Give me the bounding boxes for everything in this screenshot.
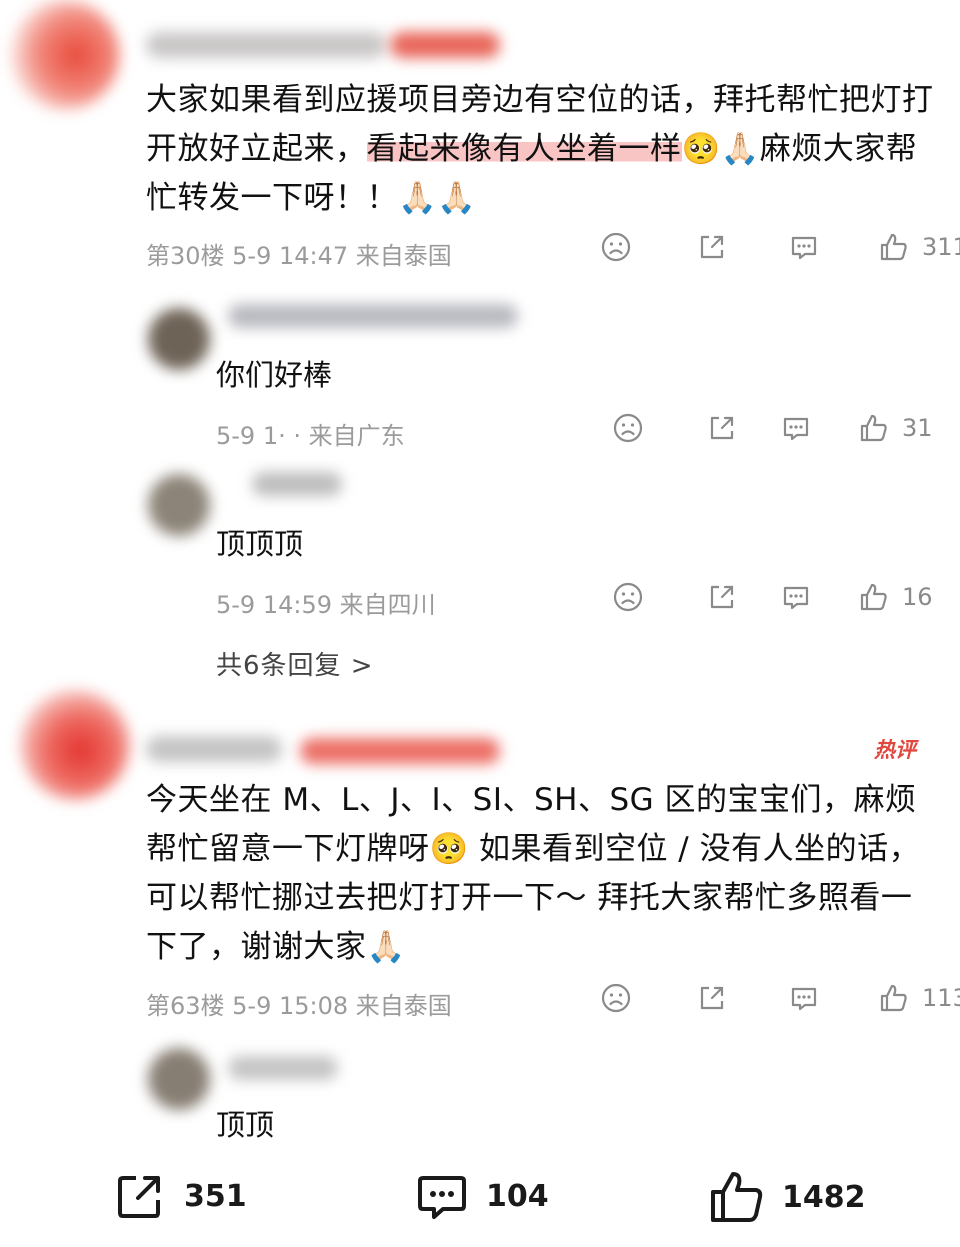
dislike-button[interactable] (612, 412, 644, 444)
share-button[interactable] (706, 412, 738, 444)
reply-button[interactable] (788, 231, 820, 263)
thumbs-up-icon (860, 414, 887, 442)
share-button[interactable] (706, 581, 738, 613)
dislike-button[interactable] (600, 982, 632, 1014)
reply-text: 顶顶 (216, 1108, 275, 1142)
like-count: 311 (922, 233, 960, 261)
thumbs-up-icon (860, 583, 887, 611)
sad-face-icon (613, 582, 643, 612)
reply-text: 你们好棒 (216, 358, 333, 392)
avatar[interactable] (148, 308, 210, 370)
reply-meta: 5-9 14:59 来自四川 (216, 591, 436, 619)
comment-body: 大家如果看到应援项目旁边有空位的话，拜托帮忙把灯打开放好立起来，看起来像有人坐着… (146, 82, 934, 216)
like-count: 31 (902, 414, 933, 442)
reply-meta: 5-9 1· · 来自广东 (216, 422, 405, 450)
thumbs-up-icon (711, 1172, 763, 1222)
sad-face-icon (601, 232, 631, 262)
bottom-action-bar: 351 104 1482 (0, 1160, 960, 1240)
like-button[interactable]: 113 (878, 982, 960, 1014)
comment-meta: 第63楼 5-9 15:08 来自泰国 (146, 992, 452, 1020)
comment-post-button[interactable]: 104 (414, 1168, 549, 1224)
user-badge (300, 738, 500, 764)
comment-actions: 113 (600, 982, 960, 1014)
share-icon (710, 416, 734, 440)
comment-icon (791, 987, 817, 1011)
sad-face-icon (601, 983, 631, 1013)
comment-icon (418, 1176, 466, 1219)
user-badge (390, 32, 500, 58)
share-post-button[interactable]: 351 (112, 1168, 247, 1224)
reply-button[interactable] (780, 412, 812, 444)
share-count: 351 (184, 1178, 247, 1214)
share-button[interactable] (696, 982, 728, 1014)
comment-meta: 第30楼 5-9 14:47 来自泰国 (146, 242, 452, 270)
dislike-button[interactable] (612, 581, 644, 613)
reply-actions: 16 (612, 581, 933, 613)
username[interactable] (146, 32, 386, 58)
avatar[interactable] (20, 690, 130, 800)
share-button[interactable] (696, 231, 728, 263)
like-button[interactable]: 31 (858, 412, 933, 444)
comment-actions: 311 (600, 231, 960, 263)
share-icon (118, 1176, 160, 1218)
thumbs-up-icon (880, 233, 907, 261)
more-replies-link[interactable]: 共6条回复 > (216, 645, 374, 682)
share-icon (710, 585, 734, 609)
share-icon (700, 235, 724, 259)
hot-comment-badge: 热评 (874, 738, 916, 762)
comment-icon (783, 417, 809, 441)
reply-button[interactable] (780, 581, 812, 613)
username[interactable] (252, 472, 342, 496)
username[interactable] (228, 304, 518, 328)
comment-icon (791, 236, 817, 260)
like-button[interactable]: 16 (858, 581, 933, 613)
thumbs-up-icon (880, 984, 907, 1012)
like-button[interactable]: 311 (878, 231, 960, 263)
comment-count: 104 (486, 1178, 549, 1214)
like-count: 113 (922, 984, 960, 1012)
username[interactable] (146, 736, 282, 762)
username[interactable] (228, 1056, 338, 1080)
reply-button[interactable] (788, 982, 820, 1014)
comment-body: 今天坐在 M、L、J、I、SI、SH、SG 区的宝宝们，麻烦帮忙留意一下灯牌呀🥺… (146, 782, 921, 965)
avatar[interactable] (10, 0, 120, 110)
highlighted-text: 看起来像有人坐着一样 (366, 131, 682, 167)
sad-face-icon (613, 413, 643, 443)
avatar[interactable] (148, 474, 210, 536)
like-count: 1482 (782, 1179, 866, 1215)
reply-actions: 31 (612, 412, 933, 444)
like-post-button[interactable]: 1482 (708, 1168, 866, 1226)
avatar[interactable] (148, 1048, 210, 1110)
dislike-button[interactable] (600, 231, 632, 263)
reply-text: 顶顶顶 (216, 527, 304, 561)
like-count: 16 (902, 583, 933, 611)
share-icon (700, 986, 724, 1010)
comment-icon (783, 586, 809, 610)
